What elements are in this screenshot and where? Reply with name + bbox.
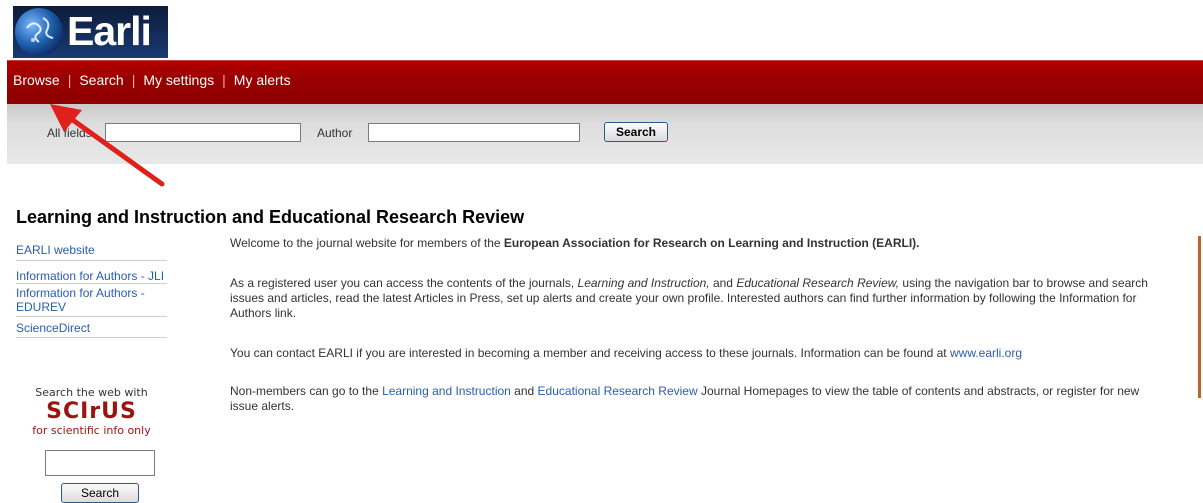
- quick-search-bar: All fields Author Search: [7, 104, 1203, 164]
- sidebar-item-earli-website[interactable]: EARLI website: [16, 240, 167, 261]
- journal-name-err: Educational Research Review,: [736, 276, 900, 290]
- access-paragraph: As a registered user you can access the …: [230, 276, 1150, 321]
- right-edge-border: [1198, 236, 1201, 398]
- educational-research-review-link[interactable]: Educational Research Review: [538, 384, 698, 398]
- nav-items: Browse | Search | My settings | My alerts: [13, 72, 291, 88]
- scirus-search-widget: Search the web with SCIrUS for scientifi…: [16, 386, 167, 503]
- main-nav-bar: Browse | Search | My settings | My alerts: [7, 60, 1203, 105]
- access-text-a: As a registered user you can access the …: [230, 276, 578, 290]
- learning-instruction-link[interactable]: Learning and Instruction: [382, 384, 511, 398]
- non-members-paragraph: Non-members can go to the Learning and I…: [230, 384, 1170, 414]
- nav-my-settings[interactable]: My settings: [143, 72, 214, 88]
- sidebar-item-authors-edurev[interactable]: Information for Authors - EDUREV: [16, 284, 167, 317]
- nav-my-alerts[interactable]: My alerts: [234, 72, 291, 88]
- welcome-text: Welcome to the journal website for membe…: [230, 236, 504, 250]
- page-title: Learning and Instruction and Educational…: [16, 207, 525, 227]
- sidebar-item-authors-jli[interactable]: Information for Authors - JLI: [16, 261, 167, 284]
- welcome-paragraph: Welcome to the journal website for membe…: [230, 236, 920, 251]
- nav-search[interactable]: Search: [79, 72, 123, 88]
- nav-separator: |: [131, 72, 136, 88]
- nav-separator: |: [222, 72, 226, 88]
- author-input[interactable]: [368, 123, 580, 142]
- sidebar: EARLI website Information for Authors - …: [16, 240, 167, 338]
- earli-logo[interactable]: Earli: [13, 6, 168, 58]
- search-button[interactable]: Search: [604, 122, 668, 142]
- nav-browse[interactable]: Browse: [13, 72, 60, 88]
- scirus-search-input[interactable]: [45, 450, 155, 476]
- journal-name-li: Learning and Instruction,: [577, 276, 710, 290]
- red-arrow-annotation: [50, 104, 165, 187]
- logo-text: Earli: [67, 8, 152, 54]
- earli-org-link[interactable]: www.earli.org: [950, 346, 1022, 360]
- scirus-search-button[interactable]: Search: [61, 483, 139, 503]
- sidebar-item-sciencedirect[interactable]: ScienceDirect: [16, 317, 167, 338]
- author-label: Author: [317, 126, 353, 140]
- contact-paragraph: You can contact EARLI if you are interes…: [230, 346, 1022, 361]
- scirus-tagline: for scientific info only: [32, 424, 151, 437]
- access-text-b: and: [709, 276, 737, 290]
- nav-separator: |: [67, 72, 72, 88]
- scirus-search-label: Search the web with: [35, 386, 148, 399]
- earli-full-name: European Association for Research on Lea…: [503, 236, 920, 250]
- non-members-text-a: Non-members can go to the: [230, 384, 383, 398]
- scirus-logo[interactable]: SCIrUS: [16, 400, 167, 424]
- contact-text: You can contact EARLI if you are interes…: [230, 346, 950, 360]
- non-members-text-b: and: [510, 384, 538, 398]
